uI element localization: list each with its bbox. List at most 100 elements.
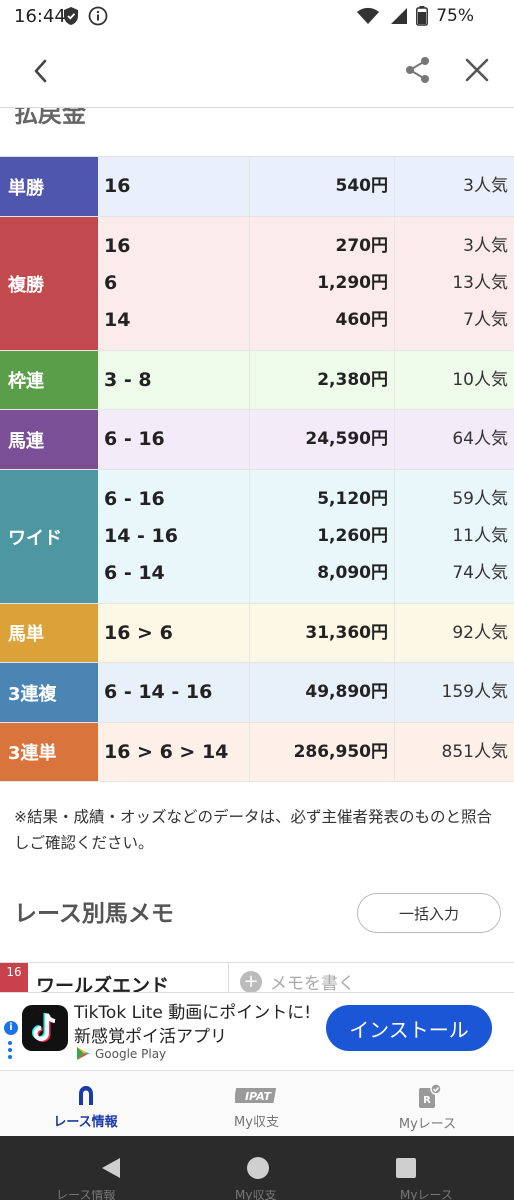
payout-row: 3連複 6 - 14 - 16 49,890円 159人気 <box>0 663 514 723</box>
memo-section-title: レース別馬メモ <box>14 901 174 927</box>
ghost-label: Myレース <box>400 1190 453 1200</box>
system-home-icon[interactable] <box>246 1156 270 1180</box>
ad-info-icon[interactable]: i <box>4 1021 18 1035</box>
status-time: 16:44 <box>14 6 66 27</box>
combination: 16 <box>104 235 131 257</box>
ad-menu-icon[interactable] <box>8 1041 12 1062</box>
ad-store-label: Google Play <box>95 1046 167 1061</box>
bet-type-label: 枠連 <box>0 351 98 409</box>
amount-column: 24,590円 <box>250 410 395 469</box>
payout-cells: 16 6 14 270円 1,290円 460円 3人気 13人気 7人気 <box>98 217 514 350</box>
payout-amount: 2,380円 <box>317 369 388 390</box>
popularity-column: 10人気 <box>395 351 514 409</box>
ad-banner[interactable]: i TikTok Lite 動画にポイントに! 新感覚ポイ活アプリ Google… <box>0 992 514 1070</box>
amount-column: 540円 <box>250 157 395 216</box>
popularity: 92人気 <box>452 622 508 643</box>
combination: 3 - 8 <box>104 368 152 391</box>
shield-icon <box>64 7 78 25</box>
payout-amount: 1,290円 <box>317 273 388 293</box>
combination: 6 - 14 <box>104 562 165 584</box>
info-icon <box>88 6 108 26</box>
nav-label-ghost: レース情報 My収支 Myレース <box>0 1190 514 1200</box>
popularity-column: 3人気 13人気 7人気 <box>395 217 514 350</box>
payout-row: ワイド 6 - 16 14 - 16 6 - 14 5,120円 1,260円 8,090円… <box>0 470 514 604</box>
nav-label: My収支 <box>234 1115 279 1130</box>
ghost-label: レース情報 <box>56 1190 116 1200</box>
wifi-icon <box>357 7 380 24</box>
bulk-input-button[interactable]: 一括入力 <box>357 893 501 933</box>
combination: 6 - 16 <box>104 428 165 450</box>
popularity: 64人気 <box>452 429 508 449</box>
amount-column: 2,380円 <box>250 351 395 409</box>
combination: 6 <box>104 272 118 294</box>
payout-amount: 286,950円 <box>293 741 388 762</box>
bottom-navigation: レース情報 IPAT My収支 R Myレース <box>0 1070 514 1136</box>
payout-amount: 31,360円 <box>305 622 388 643</box>
nav-my-balance[interactable]: IPAT My収支 <box>171 1071 342 1137</box>
system-recents-icon[interactable] <box>396 1158 416 1178</box>
payout-row: 複勝 16 6 14 270円 1,290円 460円 3人気 13人気 7人気 <box>0 217 514 351</box>
popularity: 7人気 <box>463 310 508 330</box>
amount-column: 270円 1,290円 460円 <box>250 217 395 350</box>
combination: 16 > 6 <box>104 621 173 644</box>
cellular-signal-icon <box>391 8 408 24</box>
combination-column: 16 > 6 > 14 <box>98 723 250 781</box>
bet-type-label: 馬連 <box>0 410 98 469</box>
app-bar <box>0 34 514 108</box>
popularity: 3人気 <box>463 236 508 256</box>
combination: 6 - 16 <box>104 488 165 510</box>
write-memo-button[interactable]: + メモを書く <box>240 969 355 992</box>
payout-row: 単勝 16 540円 3人気 <box>0 157 514 217</box>
amount-column: 286,950円 <box>250 723 395 781</box>
popularity: 11人気 <box>452 526 508 546</box>
memo-divider <box>228 963 229 992</box>
battery-level: 75% <box>436 6 474 26</box>
payout-amount: 24,590円 <box>305 429 388 449</box>
payout-row: 馬連 6 - 16 24,590円 64人気 <box>0 410 514 470</box>
system-back-icon[interactable] <box>99 1156 123 1180</box>
combination-column: 3 - 8 <box>98 351 250 409</box>
payout-cells: 3 - 8 2,380円 10人気 <box>98 351 514 409</box>
popularity: 10人気 <box>452 369 508 390</box>
memo-row[interactable]: 16 ワールズエンド + メモを書く <box>0 962 514 992</box>
combination: 16 <box>104 175 131 197</box>
my-race-icon: R <box>418 1083 442 1108</box>
payout-amount: 5,120円 <box>317 489 388 509</box>
install-button[interactable]: インストール <box>326 1005 492 1051</box>
plus-icon: + <box>240 970 262 992</box>
status-bar: 16:44 75% <box>0 0 514 34</box>
combination-column: 6 - 16 <box>98 410 250 469</box>
payout-cells: 16 540円 3人気 <box>98 157 514 216</box>
tiktok-logo-icon <box>22 1005 68 1051</box>
horse-name: ワールズエンド <box>36 975 170 992</box>
google-play-icon <box>77 1047 90 1060</box>
section-title-text: 払戻金 <box>14 108 86 126</box>
nav-label: Myレース <box>398 1117 457 1132</box>
bet-type-label: 単勝 <box>0 157 98 216</box>
combination: 16 > 6 > 14 <box>104 740 229 763</box>
bet-type-label: 複勝 <box>0 217 98 350</box>
share-icon[interactable] <box>404 56 432 84</box>
close-icon[interactable] <box>464 57 490 83</box>
payout-cells: 6 - 14 - 16 49,890円 159人気 <box>98 663 514 722</box>
payout-cells: 16 > 6 31,360円 92人気 <box>98 604 514 662</box>
combination-column: 16 <box>98 157 250 216</box>
payout-amount: 540円 <box>335 176 389 196</box>
ipat-icon: IPAT <box>234 1088 276 1103</box>
payout-row: 3連単 16 > 6 > 14 286,950円 851人気 <box>0 723 514 782</box>
write-memo-label: メモを書く <box>270 974 355 992</box>
payout-table: 単勝 16 540円 3人気 複勝 16 6 14 270円 1,290円 460円 3人気 13人気 7… <box>0 156 514 782</box>
nav-my-race[interactable]: R Myレース <box>342 1071 513 1137</box>
bet-type-label: 3連複 <box>0 663 98 722</box>
popularity-column: 64人気 <box>395 410 514 469</box>
payout-row: 枠連 3 - 8 2,380円 10人気 <box>0 351 514 410</box>
bet-type-label: 3連単 <box>0 723 98 781</box>
payout-cells: 16 > 6 > 14 286,950円 851人気 <box>98 723 514 781</box>
amount-column: 5,120円 1,260円 8,090円 <box>250 470 395 603</box>
payout-cells: 6 - 16 14 - 16 6 - 14 5,120円 1,260円 8,090円 59人… <box>98 470 514 603</box>
payout-row: 馬単 16 > 6 31,360円 92人気 <box>0 604 514 663</box>
nav-race-info[interactable]: レース情報 <box>0 1071 171 1137</box>
horseshoe-icon <box>78 1086 93 1105</box>
chevron-left-icon[interactable] <box>28 56 54 86</box>
popularity: 59人気 <box>452 489 508 509</box>
